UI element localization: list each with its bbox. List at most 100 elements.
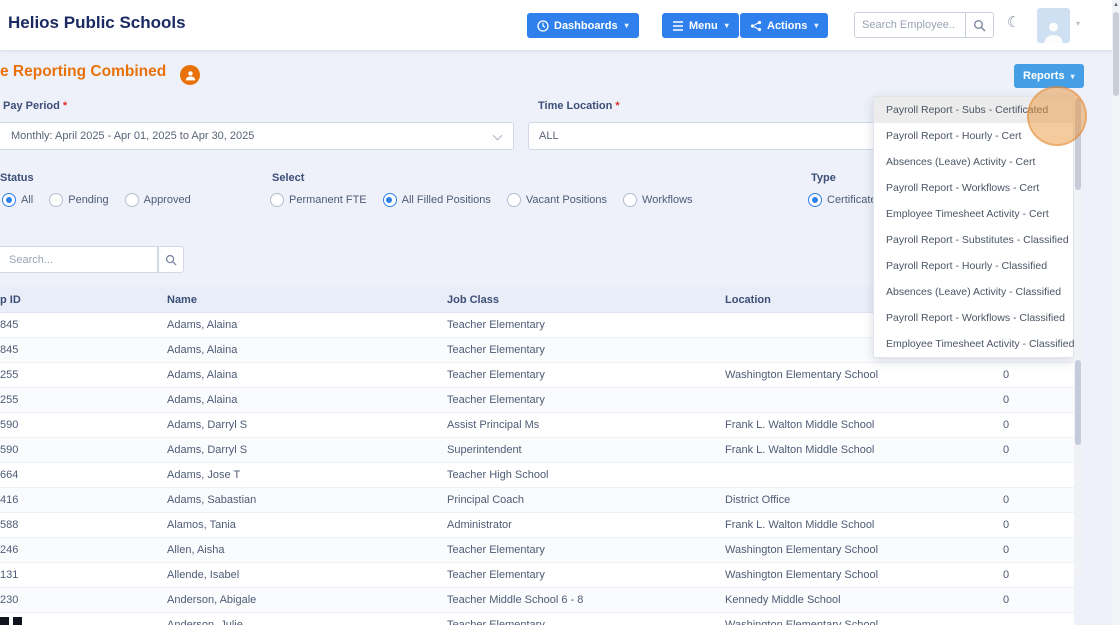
- table-cell: 255: [0, 394, 19, 406]
- radio-circle[interactable]: [124, 193, 139, 207]
- table-row: 416 Adams, Sabastian Principal Coach Distri…: [0, 488, 1074, 513]
- table-cell: 230: [0, 594, 19, 606]
- table-cell: 0: [1003, 544, 1010, 556]
- status-group-label: Status: [0, 172, 34, 184]
- table-cell: Washington Elementary School: [725, 569, 879, 581]
- table-cell: Administrator: [447, 519, 512, 531]
- employee-search-input[interactable]: [854, 12, 966, 38]
- avatar[interactable]: [1037, 8, 1070, 43]
- table-cell: District Office: [725, 494, 791, 506]
- table-cell: 0: [1003, 419, 1010, 431]
- table-row: 131 Allende, Isabel Teacher Elementary Wash…: [0, 563, 1074, 588]
- table-body: 845 Adams, Alaina Teacher Elementary 845 Ada…: [0, 313, 1074, 625]
- radio-option-all[interactable]: All: [2, 193, 33, 207]
- menu-item[interactable]: Employee Timesheet Activity - Cert: [874, 201, 1073, 227]
- menu-item[interactable]: Absences (Leave) Activity - Cert: [874, 149, 1073, 175]
- screen: Helios Public Schools Dashboards ▾ Menu …: [0, 0, 1120, 625]
- table-cell: 664: [0, 469, 19, 481]
- menu-button[interactable]: Menu ▾: [662, 13, 739, 38]
- table-cell: 416: [0, 494, 19, 506]
- table-cell: 0: [1003, 519, 1010, 531]
- table-cell: Adams, Darryl S: [167, 444, 248, 456]
- chevron-down-icon: [492, 130, 503, 141]
- table-cell: 0: [1003, 494, 1010, 506]
- browser-scrollbar[interactable]: ▲: [1112, 0, 1120, 625]
- browser-scrollbar-thumb[interactable]: [1113, 12, 1119, 96]
- table-cell: 131: [0, 569, 19, 581]
- reports-button[interactable]: Reports ▾: [1014, 64, 1084, 88]
- radio-option-vacant-positions[interactable]: Vacant Positions: [506, 193, 607, 207]
- table-cell: Kennedy Middle School: [725, 594, 841, 606]
- time-location-label: Time Location *: [538, 100, 620, 112]
- radio-option-permanent-fte[interactable]: Permanent FTE: [270, 193, 367, 207]
- radio-option-approved[interactable]: Approved: [124, 193, 191, 207]
- radio-circle[interactable]: [49, 193, 64, 207]
- menu-item[interactable]: Payroll Report - Workflows - Cert: [874, 175, 1073, 201]
- table-cell: Teacher Elementary: [447, 344, 545, 356]
- table-cell: 0: [1003, 369, 1010, 381]
- column-header: Job Class: [447, 293, 499, 306]
- table-cell: Adams, Alaina: [167, 369, 238, 381]
- actions-button[interactable]: Actions ▾: [740, 13, 829, 38]
- page-badge: [180, 65, 200, 85]
- inner-scrollbar[interactable]: [1074, 96, 1082, 577]
- table-search-input[interactable]: [0, 246, 158, 273]
- actions-label: Actions: [767, 19, 808, 32]
- menu-item[interactable]: Absences (Leave) Activity - Classified: [874, 279, 1073, 305]
- column-header: Name: [167, 293, 197, 306]
- radio-circle[interactable]: [382, 193, 397, 207]
- column-header: p ID: [0, 293, 21, 306]
- radio-label: Workflows: [642, 194, 693, 206]
- type-group-label: Type: [811, 172, 836, 184]
- radio-label: Permanent FTE: [289, 194, 367, 206]
- radio-label: All Filled Positions: [401, 194, 491, 206]
- table-cell: Teacher High School: [447, 469, 549, 481]
- page-badge-icon: [185, 70, 195, 80]
- table-cell: Adams, Sabastian: [167, 494, 257, 506]
- avatar-caret-icon[interactable]: ▾: [1076, 19, 1080, 28]
- radio-circle[interactable]: [808, 193, 822, 207]
- table-search-button[interactable]: [158, 246, 184, 273]
- menu-item[interactable]: Payroll Report - Workflows - Classified: [874, 305, 1073, 331]
- dashboards-button[interactable]: Dashboards ▾: [527, 13, 639, 38]
- table-row: 590 Adams, Darryl S Assist Principal Ms Fra…: [0, 413, 1074, 438]
- menu-item[interactable]: Employee Timesheet Activity - Classified: [874, 331, 1075, 357]
- radio-label: Approved: [143, 194, 191, 206]
- radio-circle[interactable]: [506, 193, 521, 207]
- table-cell: 0: [1003, 594, 1010, 606]
- radio-option-workflows[interactable]: Workflows: [623, 193, 693, 207]
- table-cell: Anderson, Julie: [167, 619, 243, 625]
- table-cell: Teacher Elementary: [447, 569, 545, 581]
- table-row: 590 Adams, Darryl S Superintendent Frank L.…: [0, 438, 1074, 463]
- scroll-up-arrow-icon[interactable]: ▲: [1112, 2, 1120, 8]
- table-cell: Washington Elementary School: [725, 369, 879, 381]
- table-cell: 845: [0, 344, 19, 356]
- table-scrollbar-thumb[interactable]: [1075, 360, 1081, 445]
- required-asterisk: *: [62, 100, 68, 112]
- click-indicator: [1027, 86, 1087, 146]
- radio-circle[interactable]: [270, 193, 284, 207]
- radio-option-certificated[interactable]: Certificated: [808, 193, 883, 207]
- hamburger-icon: [673, 20, 683, 31]
- pay-period-select[interactable]: Monthly: April 2025 - Apr 01, 2025 to Ap…: [0, 122, 514, 150]
- table-cell: 246: [0, 544, 19, 556]
- employee-search-button[interactable]: [965, 12, 994, 38]
- table-cell: 590: [0, 419, 19, 431]
- radio-option-all-filled-positions[interactable]: All Filled Positions: [382, 193, 491, 207]
- radio-option-pending[interactable]: Pending: [49, 193, 109, 207]
- radio-circle[interactable]: [2, 193, 16, 207]
- radio-circle[interactable]: [623, 193, 638, 207]
- table-cell: Allende, Isabel: [167, 569, 240, 581]
- radio-label: Pending: [68, 194, 109, 206]
- table-row: 246 Allen, Aisha Teacher Elementary Washing…: [0, 538, 1074, 563]
- table-cell: Teacher Elementary: [447, 319, 545, 331]
- table-cell: Washington Elementary School: [725, 619, 879, 625]
- type-radio-group: Certificated: [808, 193, 883, 207]
- menu-item[interactable]: Payroll Report - Hourly - Classified: [874, 253, 1073, 279]
- clock-icon: [537, 19, 549, 32]
- table-cell: 0: [1003, 569, 1010, 581]
- menu-item[interactable]: Payroll Report - Substitutes - Classifie…: [874, 227, 1073, 253]
- bottom-left-block: [13, 617, 22, 625]
- moon-icon[interactable]: ☾: [1007, 13, 1020, 31]
- table-row: 255 Adams, Alaina Teacher Elementary 0: [0, 388, 1074, 413]
